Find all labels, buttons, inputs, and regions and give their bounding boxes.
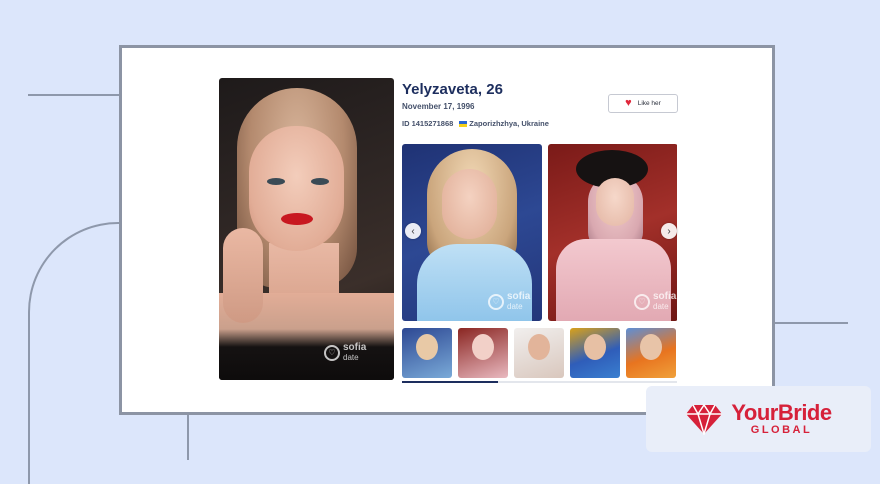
sofia-date-watermark: ♡ sofia date: [634, 292, 676, 312]
like-button[interactable]: ♥ Like her: [608, 94, 678, 113]
profile-birth-date: November 17, 1996: [402, 102, 475, 111]
sofia-date-watermark: ♡ sofia date: [324, 343, 366, 363]
ukraine-flag-icon: [459, 121, 468, 128]
sofia-logo-icon: ♡: [488, 294, 504, 310]
gallery-photo[interactable]: ♡ sofia date: [548, 144, 677, 321]
profile-name-age: Yelyzaveta, 26: [402, 81, 503, 98]
thumbnail[interactable]: [402, 328, 452, 378]
chevron-left-icon: ‹: [411, 225, 415, 237]
decorative-line: [772, 322, 848, 324]
thumbnail[interactable]: [626, 328, 676, 378]
yourbride-global-logo: YourBride GLOBAL: [646, 386, 871, 452]
gallery-photo[interactable]: ♡ sofia date: [402, 144, 542, 321]
main-profile-photo[interactable]: ♡ sofia date: [219, 78, 394, 380]
like-button-label: Like her: [637, 100, 661, 107]
thumbnail[interactable]: [514, 328, 564, 378]
profile-id-location-row: ID 1415271868 Zaporizhzhya, Ukraine: [402, 119, 549, 128]
logo-main-text: YourBride: [731, 399, 832, 425]
chevron-right-icon: ›: [667, 225, 671, 237]
sofia-logo-icon: ♡: [634, 294, 650, 310]
gallery-prev-button[interactable]: ‹: [405, 223, 421, 239]
logo-sub-text: GLOBAL: [750, 423, 813, 436]
thumbnail-scroll-track[interactable]: [402, 381, 677, 383]
thumbnail-strip: [402, 328, 677, 378]
heart-icon: ♥: [625, 97, 632, 109]
photo-gallery: ♡ sofia date ♡ sofia date: [402, 144, 677, 321]
decorative-line: [187, 412, 189, 460]
profile-location: Zaporizhzhya, Ukraine: [459, 119, 549, 128]
thumbnail[interactable]: [570, 328, 620, 378]
gallery-next-button[interactable]: ›: [661, 223, 677, 239]
sofia-date-watermark: ♡ sofia date: [488, 292, 530, 312]
thumbnail[interactable]: [458, 328, 508, 378]
profile-screenshot-frame: ♡ sofia date Yelyzaveta, 26 November 17,…: [119, 45, 775, 415]
diamond-icon: [686, 403, 723, 435]
profile-id: ID 1415271868: [402, 119, 454, 128]
decorative-line: [28, 94, 120, 96]
sofia-logo-icon: ♡: [324, 345, 340, 361]
thumbnail-scroll-indicator[interactable]: [402, 381, 499, 383]
